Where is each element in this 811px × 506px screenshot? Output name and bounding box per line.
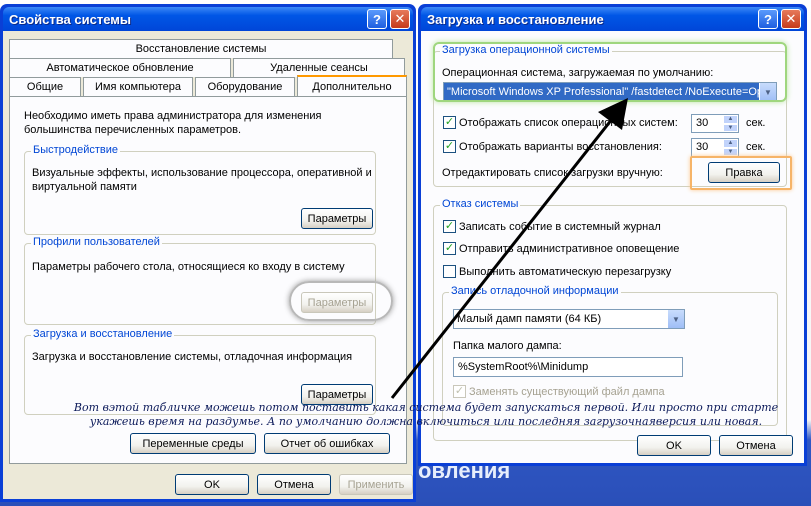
startup-recovery-label: Загрузка и восстановление: [31, 328, 175, 340]
tab-system-restore[interactable]: Восстановление системы: [9, 39, 393, 58]
system-properties-titlebar[interactable]: Свойства системы ? ✕: [3, 7, 413, 31]
overwrite-label: Заменять существующий файл дампа: [469, 386, 665, 398]
dialog-cancel-button[interactable]: Отмена: [719, 435, 793, 456]
send-alert-checkbox[interactable]: ✓: [443, 242, 456, 255]
up-arrow-icon: ▲: [723, 115, 738, 124]
dump-type-value: Малый дамп памяти (64 КБ): [457, 313, 602, 325]
show-recovery-checkbox[interactable]: ✓: [443, 140, 456, 153]
system-failure-label: Отказ системы: [440, 198, 521, 210]
cancel-button[interactable]: Отмена: [257, 474, 331, 495]
dump-dir-input[interactable]: %SystemRoot%\Minidump: [453, 357, 683, 377]
chevron-down-icon[interactable]: ▼: [667, 310, 684, 328]
tab-general[interactable]: Общие: [9, 77, 81, 96]
debug-info-label: Запись отладочной информации: [449, 285, 621, 297]
dialog-close-button[interactable]: ✕: [781, 9, 801, 29]
show-os-list-label: Отображать список операционных систем:: [459, 117, 678, 129]
dialog-title: Загрузка и восстановление: [427, 11, 604, 27]
show-os-list-checkbox[interactable]: ✓: [443, 116, 456, 129]
tab-automatic-updates[interactable]: Автоматическое обновление: [9, 58, 231, 77]
apply-button[interactable]: Применить: [339, 474, 413, 495]
show-os-list-spinner[interactable]: 30 ▲ ▼: [691, 114, 739, 133]
tab-advanced[interactable]: Дополнительно: [297, 75, 407, 96]
performance-label: Быстродействие: [31, 144, 120, 156]
startup-recovery-text: Загрузка и восстановление системы, отлад…: [32, 351, 353, 363]
help-button[interactable]: ?: [367, 9, 387, 29]
edit-button-highlight: [690, 156, 792, 190]
ok-button[interactable]: OK: [175, 474, 249, 495]
down-arrow-icon: ▼: [723, 123, 738, 132]
log-event-checkbox[interactable]: ✓: [443, 220, 456, 233]
seconds-label: сек.: [746, 117, 766, 129]
overwrite-checkbox[interactable]: ✓: [453, 385, 466, 398]
error-reporting-button[interactable]: Отчет об ошибках: [264, 433, 390, 454]
dump-type-select[interactable]: Малый дамп памяти (64 КБ) ▼: [453, 309, 685, 329]
profile-button-highlight: [289, 281, 393, 321]
user-profiles-label: Профили пользователей: [31, 236, 162, 248]
dialog-ok-button[interactable]: OK: [637, 435, 711, 456]
dump-dir-label: Папка малого дампа:: [453, 340, 562, 352]
tab-hardware[interactable]: Оборудование: [195, 77, 295, 96]
auto-restart-checkbox[interactable]: [443, 265, 456, 278]
performance-settings-button[interactable]: Параметры: [301, 208, 373, 229]
close-button[interactable]: ✕: [390, 9, 410, 29]
environment-variables-button[interactable]: Переменные среды: [130, 433, 256, 454]
performance-text: Визуальные эффекты, использование процес…: [32, 167, 372, 193]
show-recovery-spinner[interactable]: 30 ▲ ▼: [691, 138, 739, 157]
admin-notice: Необходимо иметь права администратора дл…: [24, 110, 322, 136]
annotation-line-1: Вот вэтой табличке можешь потом поставит…: [73, 401, 779, 414]
window-title: Свойства системы: [9, 11, 131, 27]
log-event-label: Записать событие в системный журнал: [459, 221, 661, 233]
edit-boot-list-label: Отредактировать список загрузки вручную:: [442, 167, 663, 179]
up-arrow-icon: ▲: [723, 139, 738, 148]
down-arrow-icon: ▼: [723, 147, 738, 156]
performance-group: Быстродействие Визуальные эффекты, испол…: [24, 144, 376, 235]
dialog-help-button[interactable]: ?: [758, 9, 778, 29]
send-alert-label: Отправить административное оповещение: [459, 243, 680, 255]
default-os-highlight: [433, 42, 787, 102]
startup-recovery-titlebar[interactable]: Загрузка и восстановление ? ✕: [421, 7, 804, 31]
tab-computer-name[interactable]: Имя компьютера: [83, 77, 193, 96]
annotation-line-2: укажешь время на раздумье. А по умолчани…: [89, 415, 763, 428]
user-profiles-text: Параметры рабочего стола, относящиеся ко…: [32, 261, 345, 273]
show-recovery-label: Отображать варианты восстановления:: [459, 141, 662, 153]
annotation-note: Вот вэтой табличке можешь потом поставит…: [66, 401, 786, 429]
seconds-label-2: сек.: [746, 141, 766, 153]
auto-restart-label: Выполнить автоматическую перезагрузку: [459, 266, 672, 278]
